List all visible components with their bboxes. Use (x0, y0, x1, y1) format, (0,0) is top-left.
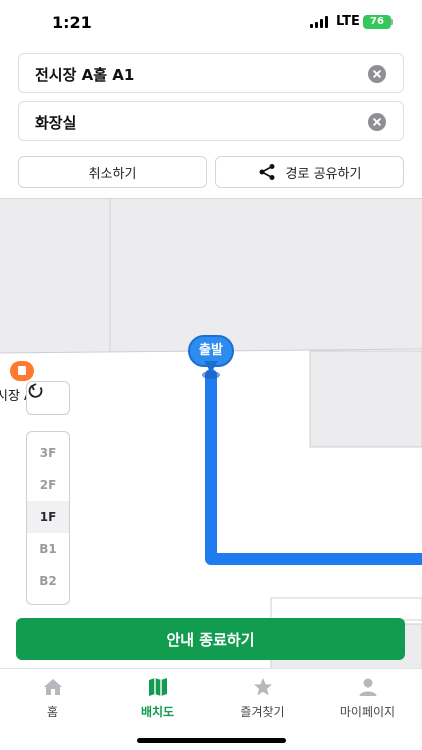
start-marker-tail (204, 361, 218, 373)
end-navigation-label: 안내 종료하기 (166, 630, 255, 649)
tab-favorites[interactable]: 즐겨찾기 (210, 677, 315, 721)
star-icon (253, 678, 272, 696)
floor-3f[interactable]: 3F (27, 437, 69, 469)
origin-text: 전시장 A홀 A1 (35, 66, 135, 84)
tab-favorites-label: 즐겨찾기 (240, 705, 285, 719)
battery-cap (391, 19, 393, 25)
floor-b2[interactable]: B2 (27, 565, 69, 597)
rotate-map-button[interactable] (26, 381, 70, 415)
floor-selector: 3F 2F 1F B1 B2 (26, 431, 70, 605)
cancel-button[interactable]: 취소하기 (18, 156, 207, 188)
map-icon (148, 678, 167, 696)
signal-icon (310, 16, 330, 28)
floor-1f[interactable]: 1F (27, 501, 69, 533)
destination-text: 화장실 (35, 114, 77, 132)
rotate-icon (28, 383, 43, 398)
status-time: 1:21 (52, 13, 92, 32)
floor-2f[interactable]: 2F (27, 469, 69, 501)
origin-field[interactable]: 전시장 A홀 A1 (18, 53, 404, 93)
tab-home[interactable]: 홈 (0, 677, 105, 721)
home-icon (43, 679, 62, 695)
end-navigation-button[interactable]: 안내 종료하기 (16, 618, 405, 660)
clear-origin-icon[interactable] (368, 65, 386, 83)
network-type: LTE (336, 14, 360, 29)
share-icon (259, 164, 275, 180)
exhibition-hall-icon[interactable] (10, 361, 34, 381)
home-indicator (137, 738, 286, 743)
person-icon (359, 678, 376, 696)
start-marker[interactable]: 출발 (188, 335, 234, 381)
share-route-button[interactable]: 경로 공유하기 (215, 156, 404, 188)
tab-my-page-label: 마이페이지 (339, 705, 396, 719)
status-bar: 1:21 LTE 76 (0, 0, 422, 46)
tab-layout-map[interactable]: 배치도 (105, 677, 210, 721)
clear-destination-icon[interactable] (368, 113, 386, 131)
cancel-button-label: 취소하기 (88, 166, 137, 182)
floor-map[interactable]: 시장 A 3F 2F 1F B1 B2 출발 (0, 198, 422, 668)
tab-my-page[interactable]: 마이페이지 (315, 677, 420, 721)
tab-layout-map-label: 배치도 (140, 705, 175, 719)
share-button-label: 경로 공유하기 (285, 166, 362, 182)
tab-home-label: 홈 (46, 705, 59, 719)
destination-field[interactable]: 화장실 (18, 101, 404, 141)
battery-icon: 76 (363, 15, 391, 29)
battery-level: 76 (370, 16, 384, 27)
floor-b1[interactable]: B1 (27, 533, 69, 565)
